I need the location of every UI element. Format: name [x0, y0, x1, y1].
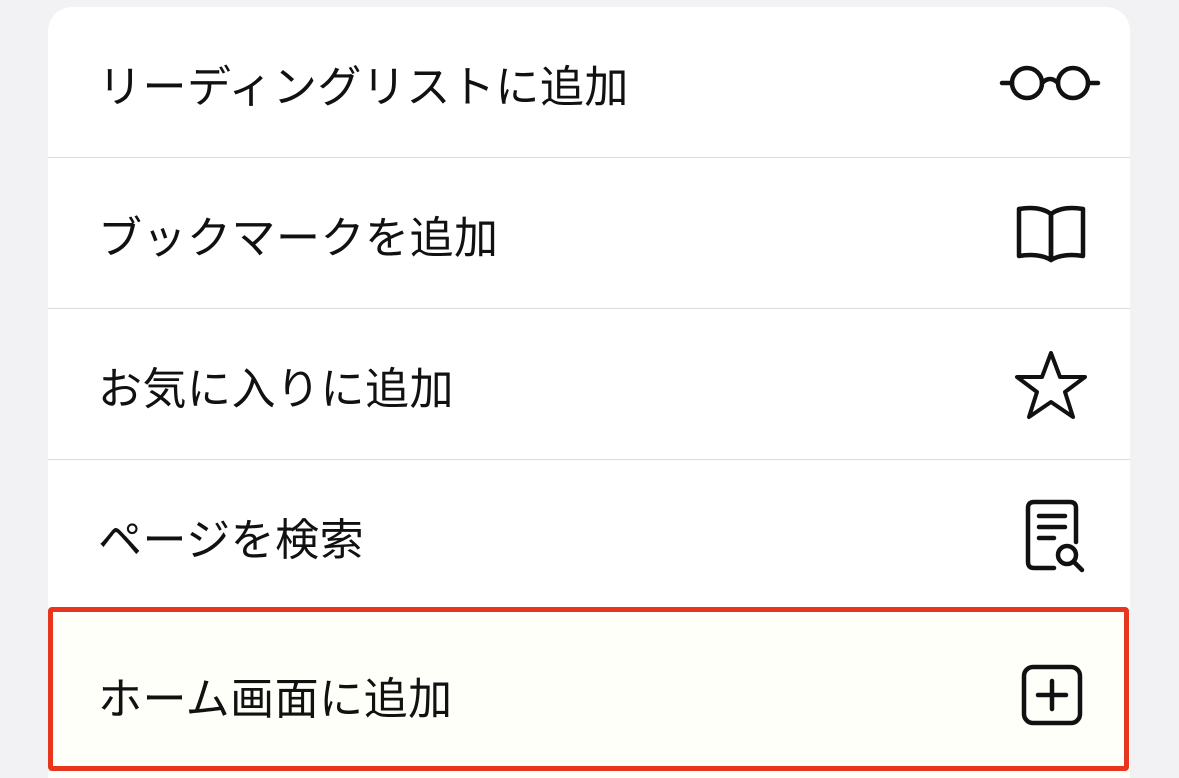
menu-item-add-favorites[interactable]: お気に入りに追加	[48, 309, 1130, 460]
menu-item-label: ホーム画面に追加	[98, 673, 453, 725]
menu-item-add-to-home-screen[interactable]: ホーム画面に追加	[48, 611, 1130, 778]
book-icon	[1016, 205, 1086, 262]
menu-item-find-on-page[interactable]: ページを検索	[48, 460, 1130, 611]
menu-item-add-reading-list[interactable]: リーディングリストに追加	[48, 7, 1130, 158]
menu-item-add-bookmark[interactable]: ブックマークを追加	[48, 158, 1130, 309]
star-icon	[1015, 350, 1087, 419]
menu-item-label: ページを検索	[98, 514, 365, 566]
plus-square-icon	[1021, 664, 1083, 725]
menu-item-label: お気に入りに追加	[98, 363, 454, 415]
menu-item-label: ブックマークを追加	[98, 212, 499, 264]
menu-item-label: リーディングリストに追加	[98, 61, 629, 113]
share-action-menu: リーディングリストに追加 ブックマークを追加 お気に入りに追加 ページを検索 ホ…	[48, 7, 1130, 778]
document-search-icon	[1025, 499, 1085, 572]
glasses-icon	[999, 65, 1101, 100]
